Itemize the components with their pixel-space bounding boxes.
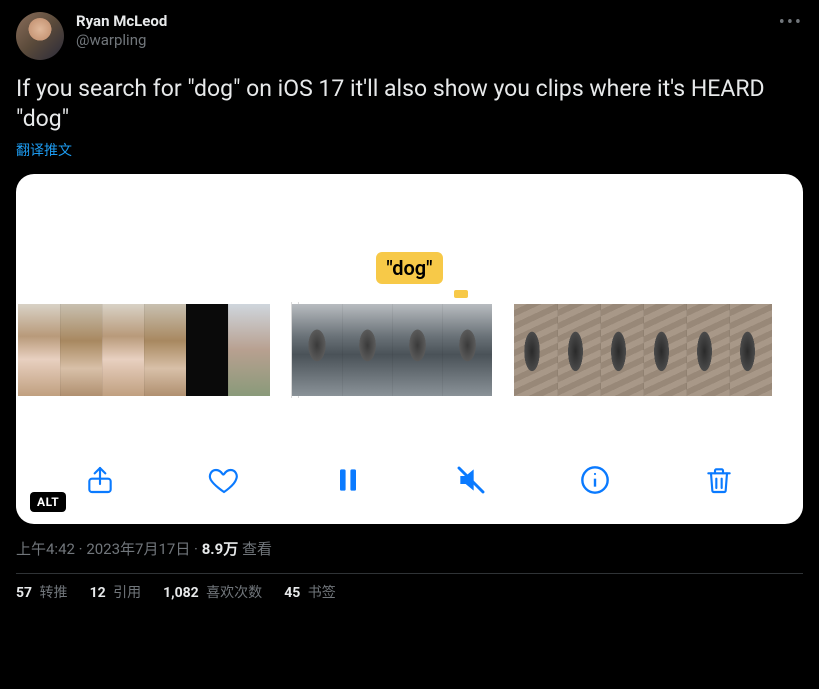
pause-icon [332, 464, 364, 500]
caption-tick [454, 290, 468, 298]
clip-group-3[interactable] [514, 304, 772, 396]
heart-icon [208, 464, 240, 500]
tweet-date[interactable]: 2023年7月17日 [86, 540, 190, 558]
mute-button[interactable] [451, 462, 491, 502]
clip-group-2[interactable] [292, 304, 492, 396]
timeline-frame [102, 304, 144, 396]
timeline-frame [729, 304, 772, 396]
pause-button[interactable] [328, 462, 368, 502]
timeline-frame [686, 304, 729, 396]
views-label: 查看 [238, 540, 272, 558]
timeline-frame [342, 304, 392, 396]
user-handle: @warpling [76, 31, 167, 50]
timeline-frame [392, 304, 442, 396]
timeline-frame [144, 304, 186, 396]
display-name: Ryan McLeod [76, 12, 167, 31]
timeline-frame [600, 304, 643, 396]
clip-group-1[interactable] [18, 304, 270, 396]
mute-icon [455, 464, 487, 500]
user-block[interactable]: Ryan McLeod @warpling [76, 12, 167, 50]
tweet-time[interactable]: 上午4:42 [16, 540, 75, 558]
caption-tooltip: "dog" [376, 252, 442, 284]
caption-tooltip-row: "dog" [16, 252, 803, 284]
retweets-stat[interactable]: 57 转推 [16, 582, 68, 602]
tweet-container: Ryan McLeod @warpling ••• If you search … [0, 0, 819, 610]
tweet-text: If you search for "dog" on iOS 17 it'll … [16, 74, 803, 134]
share-icon [84, 464, 116, 500]
divider [16, 573, 803, 574]
timeline-frame [557, 304, 600, 396]
delete-button[interactable] [699, 462, 739, 502]
timeline-frame [18, 304, 60, 396]
info-button[interactable] [575, 462, 615, 502]
trash-icon [703, 464, 735, 500]
media-card[interactable]: "dog" [16, 174, 803, 524]
timeline-frame [643, 304, 686, 396]
more-button[interactable]: ••• [779, 12, 803, 33]
timeline-frame [442, 304, 492, 396]
media-toolbar [16, 462, 803, 502]
timeline-frame [228, 304, 270, 396]
stats-row: 57 转推 12 引用 1,082 喜欢次数 45 书签 [16, 582, 803, 610]
share-button[interactable] [80, 462, 120, 502]
bookmarks-stat[interactable]: 45 书签 [284, 582, 336, 602]
timeline-frame [186, 304, 228, 396]
translate-link[interactable]: 翻译推文 [16, 140, 72, 160]
views-count: 8.9万 [202, 540, 239, 558]
favorite-button[interactable] [204, 462, 244, 502]
alt-badge[interactable]: ALT [30, 492, 66, 512]
avatar[interactable] [16, 12, 64, 60]
tweet-meta: 上午4:42 · 2023年7月17日 · 8.9万 查看 [16, 538, 803, 559]
tweet-header: Ryan McLeod @warpling ••• [16, 12, 803, 60]
timeline-strip[interactable] [16, 302, 803, 398]
timeline-frame [60, 304, 102, 396]
timeline-frame [292, 304, 342, 396]
quotes-stat[interactable]: 12 引用 [90, 582, 142, 602]
likes-stat[interactable]: 1,082 喜欢次数 [163, 582, 262, 602]
timeline-frame [514, 304, 557, 396]
info-icon [579, 464, 611, 500]
